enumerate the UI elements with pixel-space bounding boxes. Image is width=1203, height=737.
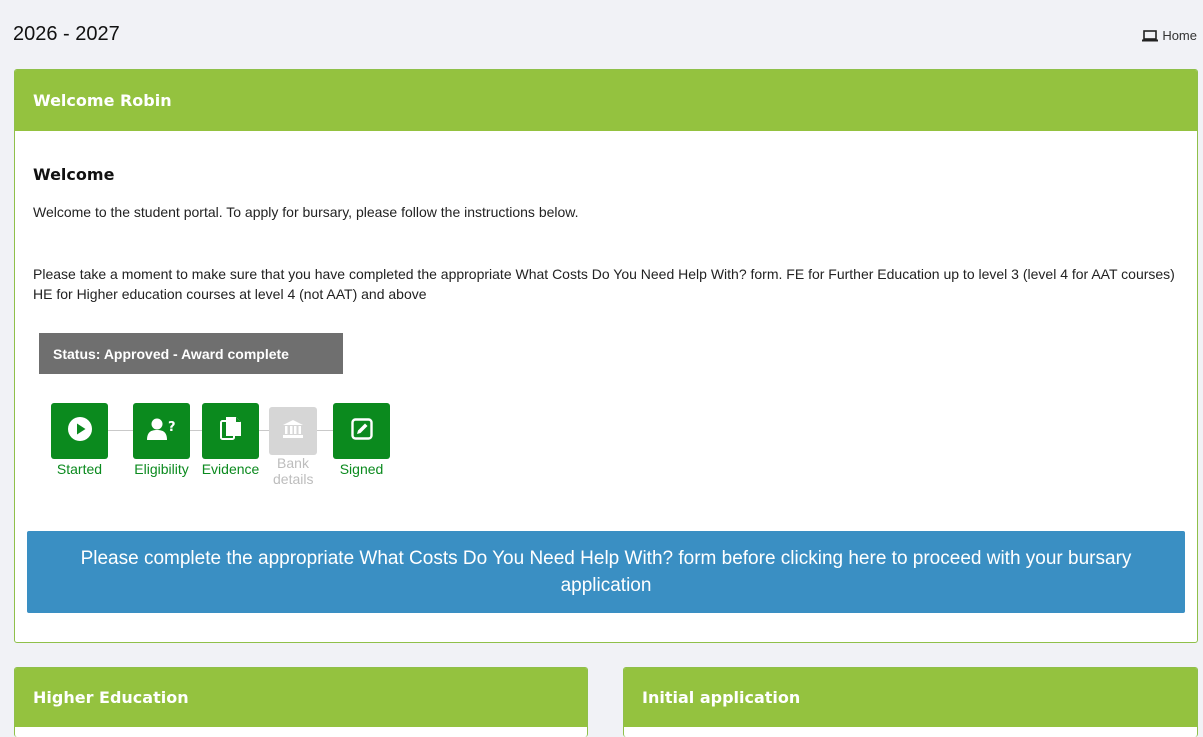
status-badge: Status: Approved - Award complete: [39, 333, 343, 374]
laptop-icon: [1142, 29, 1159, 42]
instructions-text: Please take a moment to make sure that y…: [33, 266, 1175, 302]
proceed-application-button[interactable]: Please complete the appropriate What Cos…: [27, 531, 1185, 613]
svg-text:?: ?: [168, 420, 176, 435]
step-signed[interactable]: Signed: [333, 403, 390, 477]
play-icon: [67, 416, 93, 447]
higher-education-card: Higher Education: [14, 667, 588, 737]
step-label: Evidence: [201, 461, 260, 477]
intro-text: Welcome to the student portal. To apply …: [33, 204, 579, 220]
step-bank-details: Bank details: [265, 403, 321, 487]
welcome-card: Welcome Robin Welcome Welcome to the stu…: [14, 69, 1198, 643]
home-label[interactable]: Home: [1162, 28, 1197, 43]
step-bank-details-box: [269, 407, 317, 455]
step-label: Bank details: [273, 455, 314, 487]
documents-icon: [219, 416, 242, 447]
step-eligibility[interactable]: ? Eligibility: [130, 403, 193, 477]
top-bar: 2026 - 2027 Home: [0, 0, 1203, 62]
user-question-icon: ?: [146, 417, 177, 446]
step-label: Eligibility: [134, 461, 189, 477]
academic-year: 2026 - 2027: [13, 23, 120, 45]
section-title: Welcome: [33, 165, 115, 184]
step-signed-box: [333, 403, 390, 459]
higher-education-header: Higher Education: [15, 668, 587, 727]
initial-application-header: Initial application: [624, 668, 1197, 727]
step-evidence[interactable]: Evidence: [195, 403, 266, 477]
bank-icon: [282, 419, 304, 444]
signature-icon: [350, 417, 373, 445]
step-started-box: [51, 403, 108, 459]
progress-steps: Started ? Eligibility Evidence Bank deta…: [51, 403, 411, 493]
step-evidence-box: [202, 403, 259, 459]
welcome-card-header: Welcome Robin: [15, 70, 1197, 131]
step-started[interactable]: Started: [51, 403, 108, 477]
step-label: Signed: [339, 461, 384, 477]
initial-application-card: Initial application: [623, 667, 1198, 737]
step-label: Started: [56, 461, 103, 477]
step-eligibility-box: ?: [133, 403, 190, 459]
home-link[interactable]: Home: [1142, 28, 1197, 43]
